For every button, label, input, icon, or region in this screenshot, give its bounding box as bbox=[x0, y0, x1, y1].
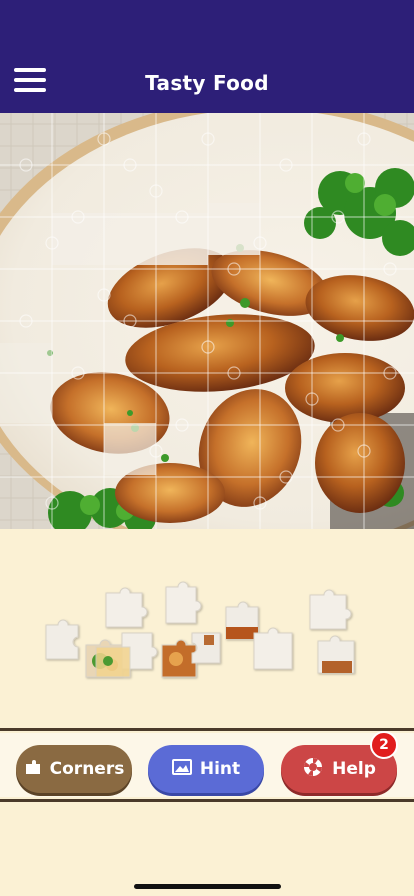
toolbar-surface: Corners Hint Help bbox=[0, 733, 414, 797]
puzzle-piece[interactable] bbox=[309, 589, 352, 630]
help-label: Help bbox=[332, 759, 376, 779]
app-root: Tasty Food Corners Hint Help 2 bbox=[0, 0, 414, 896]
loose-pieces bbox=[45, 581, 355, 678]
hint-label: Hint bbox=[199, 759, 241, 779]
puzzle-image bbox=[0, 113, 414, 529]
puzzle-piece[interactable] bbox=[165, 581, 202, 624]
app-header: Tasty Food bbox=[0, 0, 414, 113]
corner-piece-icon bbox=[24, 758, 42, 781]
lifebuoy-icon bbox=[302, 756, 324, 783]
puzzle-piece[interactable] bbox=[45, 619, 79, 660]
image-icon bbox=[171, 758, 192, 780]
puzzle-board[interactable] bbox=[0, 113, 414, 529]
puzzle-piece[interactable] bbox=[161, 639, 197, 678]
bottom-toolbar: Corners Hint Help bbox=[0, 728, 414, 802]
page-title: Tasty Food bbox=[145, 71, 269, 95]
puzzle-piece[interactable] bbox=[225, 601, 259, 640]
bottom-area bbox=[0, 802, 414, 896]
home-indicator[interactable] bbox=[134, 884, 281, 889]
puzzle-piece[interactable] bbox=[105, 587, 148, 628]
piece-tray bbox=[0, 529, 414, 728]
corners-label: Corners bbox=[49, 759, 125, 779]
hint-button[interactable]: Hint bbox=[148, 745, 264, 793]
puzzle-piece[interactable] bbox=[253, 627, 293, 670]
corners-button[interactable]: Corners bbox=[16, 745, 132, 793]
puzzle-piece[interactable] bbox=[95, 646, 131, 678]
puzzle-piece[interactable] bbox=[317, 635, 355, 674]
help-notification-badge: 2 bbox=[370, 731, 398, 759]
